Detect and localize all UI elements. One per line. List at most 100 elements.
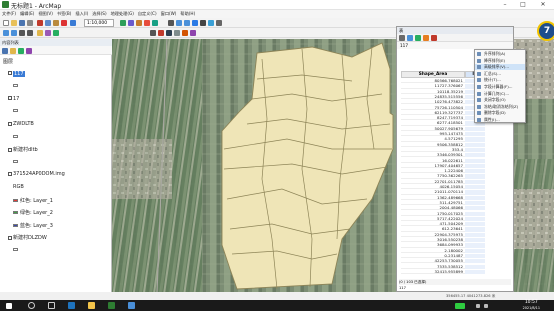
layer-symbol-swatch[interactable] [13,84,18,88]
volume-icon[interactable] [484,303,488,308]
open-folder-icon[interactable] [11,20,17,26]
layer-visibility-checkbox[interactable] [8,121,12,126]
menu-geoprocessing[interactable]: 地理处理(G) [109,10,136,18]
context-menu-item-7[interactable]: 关闭字段(O) [475,97,525,103]
toc-symbol-6[interactable] [13,134,20,140]
zoom-out-fixed-icon[interactable] [11,30,17,36]
attributes-icon[interactable] [190,30,196,36]
menu-customize[interactable]: 自定义(C) [136,10,159,18]
layer-properties-icon[interactable] [45,30,51,36]
arcmap-taskbar-icon[interactable] [108,302,115,309]
table-options-icon[interactable] [399,35,405,41]
forward-extent-icon[interactable] [27,30,33,36]
table-cell-id[interactable] [465,206,485,211]
context-menu-item-0[interactable]: 升序排列(A) [475,51,525,57]
edit-vertices-icon[interactable] [158,30,164,36]
layer-visibility-checkbox[interactable] [8,171,12,176]
close-button[interactable]: ✕ [536,0,550,10]
table-cell-id[interactable] [465,269,485,275]
select-features-icon[interactable] [200,20,206,26]
layer-symbol-swatch[interactable] [13,159,18,163]
table-cell-id[interactable] [465,211,485,216]
system-clock[interactable]: 10:57 2021/8/11 [523,300,540,310]
list-by-drawing-order-icon[interactable] [2,47,8,54]
table-cell-id[interactable] [465,222,485,227]
layer-symbol-swatch[interactable] [13,134,18,138]
save-icon[interactable] [19,20,25,26]
table-cell-id[interactable] [465,137,485,142]
list-by-selection-icon[interactable] [26,47,32,54]
table-cell-id[interactable] [465,264,485,269]
context-menu-item-9[interactable]: 删除字段(D) [475,110,525,116]
context-menu-item-5[interactable]: 字段计算器(F)... [475,84,525,90]
layer-visibility-checkbox[interactable] [8,71,12,76]
back-extent-icon[interactable] [19,30,25,36]
layer-visibility-checkbox[interactable] [8,147,12,152]
table-cell-shape-area[interactable]: 10276.473822 [401,99,465,105]
menu-selection[interactable]: 选择(S) [90,10,108,18]
table-cell-id[interactable] [465,232,485,237]
context-menu-item-8[interactable]: 冻结/取消冻结列(Z) [475,104,525,110]
layer-symbol-swatch[interactable] [13,198,18,202]
arctoolbox-icon[interactable] [144,20,150,26]
table-cell-id[interactable] [465,253,485,259]
network-icon[interactable] [476,303,480,308]
table-cell-shape-area[interactable]: 32415.955899 [401,269,465,275]
toc-symbol-4[interactable] [13,108,20,114]
table-cell-id[interactable] [465,195,485,200]
map-scale-combobox[interactable]: 1:10,000 [84,19,114,27]
add-data-icon[interactable] [37,30,43,36]
context-menu-item-1[interactable]: 降序排列(E) [475,58,525,64]
delete-icon[interactable] [61,20,67,26]
related-tables-icon[interactable] [407,35,413,41]
list-by-visibility-icon[interactable] [18,47,24,54]
cut-icon[interactable] [37,20,43,26]
table-cell-id[interactable] [465,185,485,190]
table-cell-id[interactable] [465,248,485,253]
zoom-in-icon[interactable] [176,20,182,26]
print-icon[interactable] [27,20,33,26]
pan-icon[interactable] [168,20,174,26]
editor-toolbar-icon[interactable] [120,20,126,26]
table-cell-id[interactable] [465,216,485,222]
toc-layer-10[interactable]: RGB [13,184,24,190]
full-extent-icon[interactable] [192,20,198,26]
menu-bookmarks[interactable]: 书签(B) [55,10,74,18]
clear-selection-icon[interactable] [431,35,437,41]
table-cell-shape-area[interactable]: 2004.48066 [401,205,465,211]
toc-layer-0[interactable]: 图层 [3,58,13,65]
zoom-in-fixed-icon[interactable] [3,30,9,36]
toc-layer-5[interactable]: ZWDLTB [8,121,34,127]
editor-icon[interactable] [150,30,156,36]
table-cell-shape-area[interactable]: 3684.099933 [401,242,465,248]
toc-layer-3[interactable]: 17 [8,96,19,102]
layer-symbol-swatch[interactable] [13,211,18,215]
table-cell-id[interactable] [465,169,485,174]
split-icon[interactable] [174,30,180,36]
search-icon[interactable] [28,302,35,309]
task-view-icon[interactable] [48,302,55,309]
arccatalog-taskbar-icon[interactable] [128,302,135,309]
table-cell-id[interactable] [465,147,485,153]
browser-icon[interactable] [68,302,75,309]
table-cell-id[interactable] [465,227,485,232]
minimize-button[interactable]: – [498,0,512,10]
measure-icon[interactable] [216,20,222,26]
table-cell-id[interactable] [465,243,485,248]
toc-layer-1[interactable]: 117 [8,70,25,77]
toc-layer-13[interactable]: 蓝色: Layer_3 [13,222,53,229]
table-cell-id[interactable] [465,179,485,184]
maximize-button[interactable]: □ [516,0,530,10]
undo-icon[interactable] [70,20,76,26]
paste-icon[interactable] [53,20,59,26]
copy-icon[interactable] [45,20,51,26]
switch-selection-icon[interactable] [423,35,429,41]
table-cell-id[interactable] [465,153,485,158]
menu-file[interactable]: 文件(F) [0,10,18,18]
table-tab-117[interactable]: 117 [399,286,406,290]
table-cell-shape-area[interactable]: 21011.070114 [401,189,465,195]
new-document-icon[interactable] [3,20,9,26]
toc-layer-14[interactable]: 新建村DLZDW [8,234,47,241]
file-explorer-icon[interactable] [88,302,95,309]
table-cell-id[interactable] [465,190,485,195]
